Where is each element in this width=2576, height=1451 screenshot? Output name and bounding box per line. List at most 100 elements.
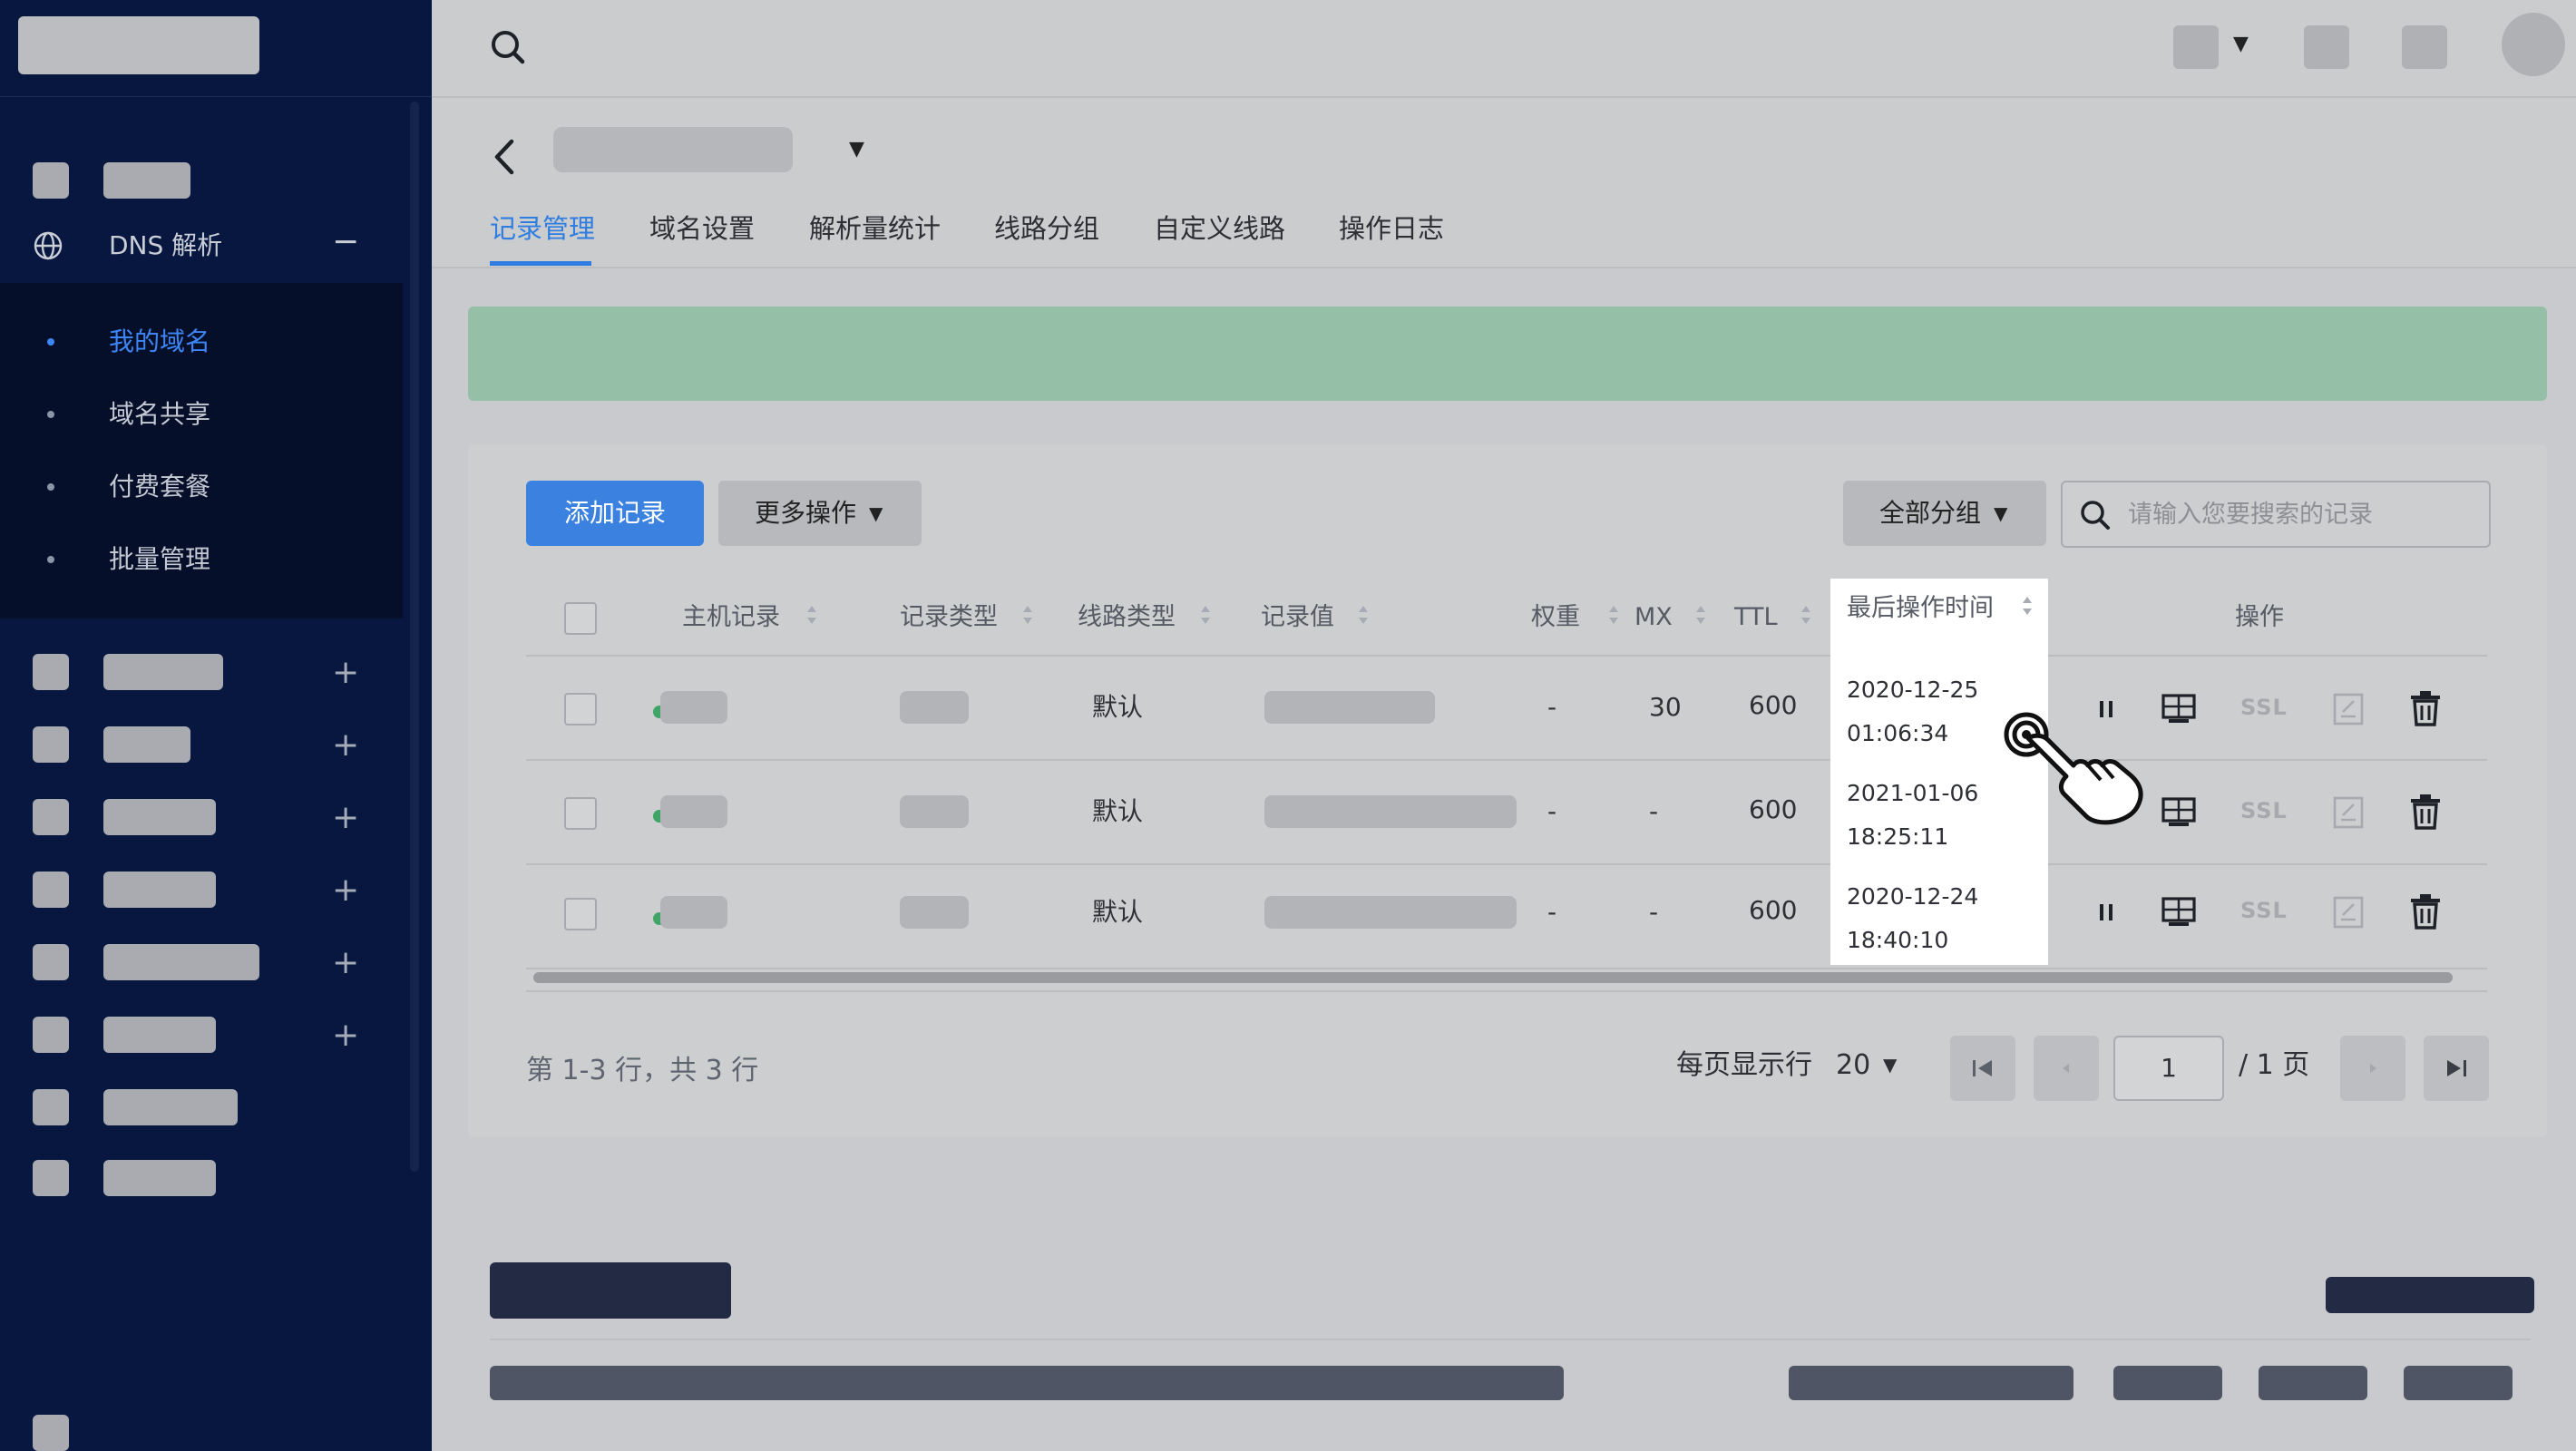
sidebar-item[interactable]: + (0, 1001, 432, 1056)
logo[interactable] (18, 16, 259, 74)
footer-link[interactable] (2404, 1366, 2513, 1400)
tab-record-management[interactable]: 记录管理 (490, 210, 595, 247)
horizontal-scrollbar[interactable] (533, 972, 2453, 983)
sort-icon[interactable] (1801, 606, 1810, 629)
search-input[interactable] (2126, 495, 2474, 533)
chevron-down-icon[interactable]: ▼ (849, 138, 864, 161)
pause-icon[interactable] (2090, 896, 2122, 929)
sort-icon[interactable] (807, 606, 816, 629)
sidebar-item-batch-manage[interactable]: 批量管理 (0, 532, 403, 587)
expand-icon[interactable]: + (332, 938, 359, 988)
help-icon[interactable] (2402, 25, 2447, 69)
sidebar-item-label-placeholder (103, 872, 216, 908)
chevron-down-icon[interactable]: ▼ (2233, 33, 2249, 55)
tab-line-groups[interactable]: 线路分组 (994, 210, 1099, 247)
col-weight[interactable]: 权重 (1531, 600, 1580, 635)
sort-icon[interactable] (1023, 606, 1032, 629)
group-filter-label: 全部分组 (1879, 498, 1982, 528)
ssl-button[interactable]: SSL (2240, 798, 2288, 823)
sidebar-item-my-domains[interactable]: 我的域名 (0, 315, 403, 369)
expand-icon[interactable]: + (332, 865, 359, 916)
row-checkbox[interactable] (564, 693, 597, 726)
expand-icon[interactable]: + (332, 648, 359, 698)
sidebar-item-overview[interactable] (0, 147, 432, 201)
monitor-icon[interactable] (2161, 894, 2197, 930)
sort-icon[interactable] (2023, 597, 2032, 620)
col-host[interactable]: 主机记录 (682, 600, 780, 635)
row-checkbox[interactable] (564, 797, 597, 830)
sidebar-item-domain-share[interactable]: 域名共享 (0, 387, 403, 442)
back-arrow-icon[interactable] (490, 134, 517, 180)
next-page-icon (2370, 1064, 2376, 1073)
page-input[interactable]: 1 (2113, 1036, 2224, 1101)
tab-custom-lines[interactable]: 自定义线路 (1154, 210, 1285, 247)
weight-value: - (1547, 897, 1557, 927)
trash-icon[interactable] (2407, 689, 2444, 727)
edit-note-icon[interactable] (2331, 691, 2366, 727)
page-size-select[interactable]: 20 (1836, 1047, 1870, 1085)
sort-icon[interactable] (1609, 606, 1618, 629)
sidebar-footer-icon[interactable] (33, 1415, 69, 1451)
first-page-button[interactable] (1950, 1036, 2015, 1101)
footer-link[interactable] (2259, 1366, 2367, 1400)
ssl-button[interactable]: SSL (2240, 695, 2288, 720)
collapse-icon[interactable]: − (332, 224, 359, 260)
sort-icon[interactable] (1201, 606, 1210, 629)
col-value[interactable]: 记录值 (1261, 600, 1334, 635)
col-type[interactable]: 记录类型 (900, 600, 998, 635)
sort-icon[interactable] (1359, 606, 1368, 629)
avatar[interactable] (2502, 13, 2565, 76)
notification-icon[interactable] (2304, 25, 2349, 69)
sidebar-item[interactable]: + (0, 929, 432, 983)
sidebar-item-icon (33, 944, 69, 980)
tab-domain-settings[interactable]: 域名设置 (649, 210, 755, 247)
ssl-button[interactable]: SSL (2240, 898, 2288, 923)
sidebar-divider (0, 96, 432, 97)
sidebar-item-icon (33, 872, 69, 908)
more-actions-button[interactable]: 更多操作 ▼ (718, 481, 922, 546)
footer-link[interactable] (2113, 1366, 2222, 1400)
monitor-icon[interactable] (2161, 794, 2197, 831)
col-ttl[interactable]: TTL (1734, 600, 1778, 635)
ttl-value: 600 (1749, 895, 1798, 925)
mx-value: - (1649, 897, 1659, 927)
sidebar-item[interactable]: + (0, 784, 432, 838)
group-filter-button[interactable]: 全部分组 ▼ (1843, 481, 2046, 546)
trash-icon[interactable] (2407, 892, 2444, 930)
chevron-down-icon[interactable]: ▼ (1883, 1054, 1897, 1076)
footer-link[interactable] (1789, 1366, 2073, 1400)
col-line[interactable]: 线路类型 (1078, 600, 1176, 635)
hand-cursor-icon (2004, 712, 2143, 825)
expand-icon[interactable]: + (332, 1010, 359, 1061)
expand-icon[interactable]: + (332, 720, 359, 771)
expand-icon[interactable]: + (332, 793, 359, 843)
sidebar-item[interactable]: + (0, 638, 432, 693)
row-checkbox[interactable] (564, 898, 597, 930)
language-selector[interactable] (2173, 25, 2219, 69)
record-search[interactable] (2061, 481, 2491, 548)
sort-icon[interactable] (1696, 606, 1705, 629)
edit-note-icon[interactable] (2331, 894, 2366, 930)
notice-banner (468, 307, 2547, 401)
edit-note-icon[interactable] (2331, 794, 2366, 831)
tab-operation-log[interactable]: 操作日志 (1339, 210, 1444, 247)
sidebar-item-paid-plans[interactable]: 付费套餐 (0, 460, 403, 514)
sidebar-item[interactable] (0, 1074, 432, 1128)
domain-selector[interactable] (553, 127, 793, 172)
add-record-button[interactable]: 添加记录 (526, 481, 704, 546)
sidebar-item[interactable] (0, 1144, 432, 1199)
sidebar-item[interactable]: + (0, 856, 432, 911)
footer-button[interactable] (2326, 1277, 2534, 1313)
sidebar-item-dns[interactable]: DNS 解析 − (0, 220, 432, 275)
search-icon[interactable] (488, 27, 528, 67)
col-last-op-time[interactable]: 最后操作时间 (1847, 591, 1994, 626)
select-all-checkbox[interactable] (564, 602, 597, 635)
tab-query-stats[interactable]: 解析量统计 (809, 210, 941, 247)
monitor-icon[interactable] (2161, 691, 2197, 727)
last-page-button[interactable] (2424, 1036, 2489, 1101)
trash-icon[interactable] (2407, 793, 2444, 831)
prev-page-button[interactable] (2034, 1036, 2099, 1101)
col-mx[interactable]: MX (1634, 600, 1673, 635)
sidebar-item[interactable]: + (0, 711, 432, 765)
next-page-button[interactable] (2340, 1036, 2405, 1101)
